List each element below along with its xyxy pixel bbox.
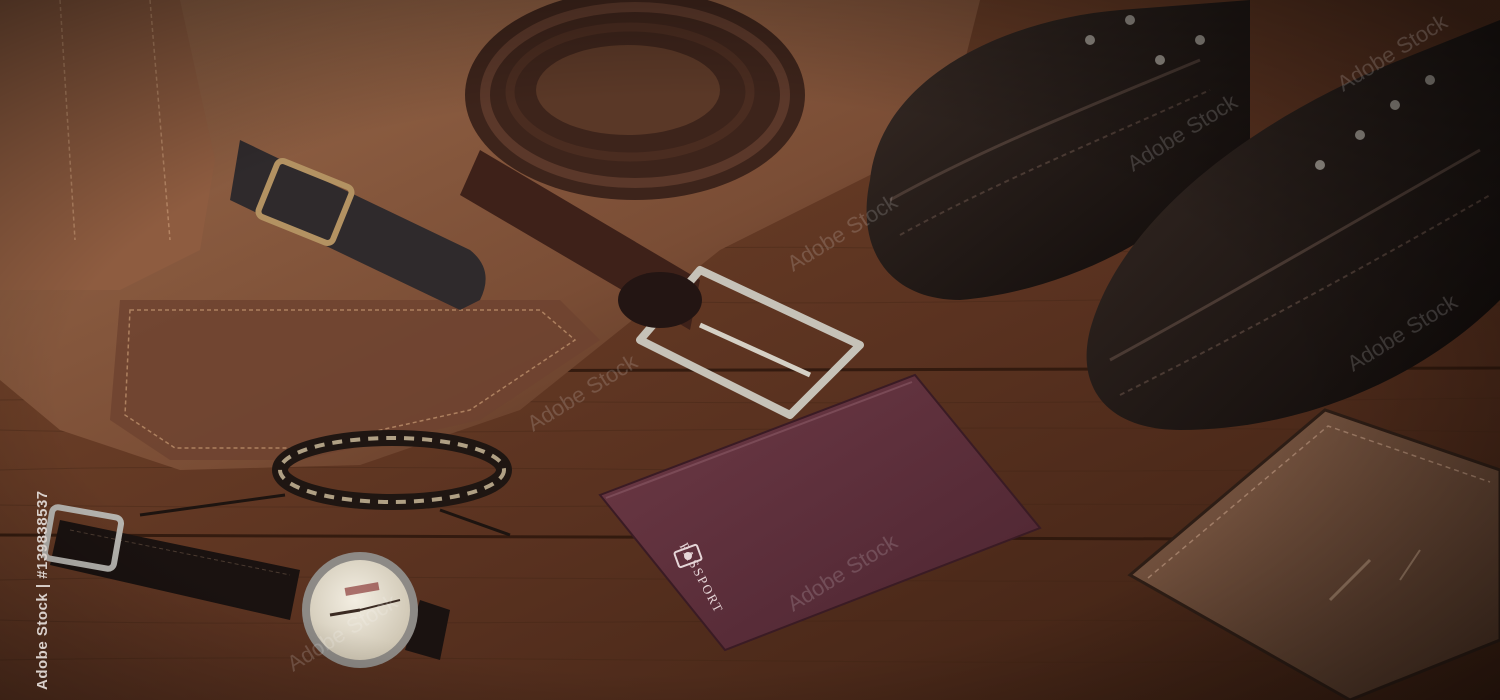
flatlay-photo (0, 0, 1500, 700)
photo-scene: PASSPORT Adobe Stock Adobe Stock Adobe S… (0, 0, 1500, 700)
vignette-overlay (0, 0, 1500, 700)
stock-id-badge: Adobe Stock | #139838537 (34, 490, 51, 690)
